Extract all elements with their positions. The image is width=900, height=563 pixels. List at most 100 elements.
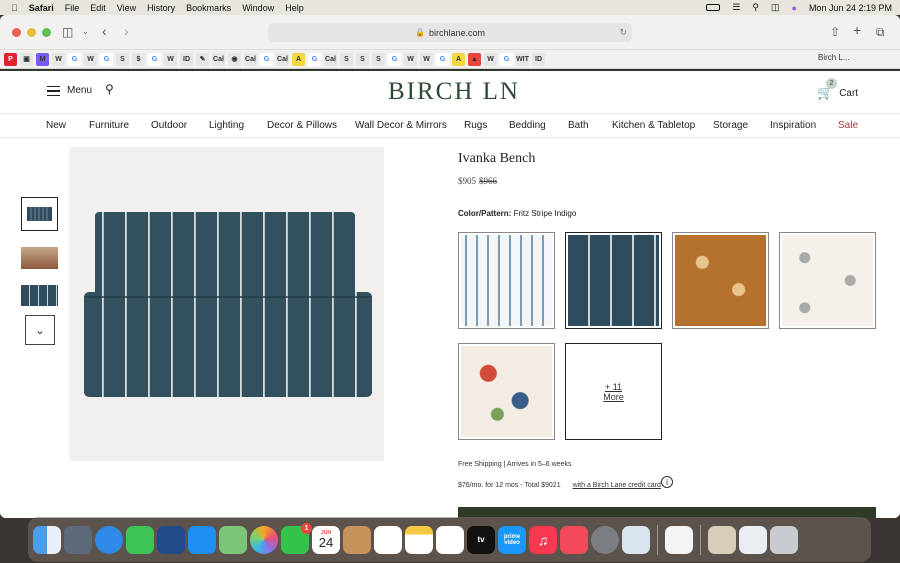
menu-history[interactable]: History (147, 3, 175, 13)
reminders-icon[interactable] (374, 525, 402, 554)
favorite-bookmark-icon[interactable]: W (404, 52, 417, 66)
menu-file[interactable]: File (65, 3, 80, 13)
nav-bedding[interactable]: Bedding (509, 120, 546, 131)
favorite-bookmark-icon[interactable]: ▣ (20, 52, 33, 66)
favorite-bookmark-icon[interactable]: G (100, 52, 113, 66)
menu-help[interactable]: Help (285, 3, 304, 13)
share-icon[interactable]: ⇧ (830, 25, 840, 39)
messages-icon[interactable] (126, 525, 154, 554)
menu-bookmarks[interactable]: Bookmarks (186, 3, 231, 13)
control-center-icon[interactable]: ◫ (771, 2, 780, 13)
finder-icon[interactable] (33, 525, 61, 554)
menu-edit[interactable]: Edit (90, 3, 106, 13)
freeform-icon[interactable] (436, 525, 464, 554)
favorite-bookmark-icon[interactable]: ID (180, 52, 193, 66)
downloads-stack-icon[interactable] (708, 525, 736, 554)
nav-new[interactable]: New (46, 120, 66, 131)
menu-view[interactable]: View (117, 3, 136, 13)
music-icon[interactable]: ♫ (529, 525, 557, 554)
spotlight-icon[interactable]: ⚲ (752, 2, 759, 13)
favorite-bookmark-icon[interactable]: G (388, 52, 401, 66)
favorite-bookmark-icon[interactable]: $ (132, 52, 145, 66)
menu-window[interactable]: Window (242, 3, 274, 13)
address-bar[interactable]: 🔒 birchlane.com ↻ (268, 23, 632, 42)
favorite-bookmark-icon[interactable]: M (36, 52, 49, 66)
menu-button[interactable]: Menu (47, 85, 92, 96)
nav-bath[interactable]: Bath (568, 120, 589, 131)
favorite-bookmark-icon[interactable]: Cal (212, 52, 225, 66)
nav-wall-decor-mirrors[interactable]: Wall Decor & Mirrors (355, 120, 447, 131)
nav-lighting[interactable]: Lighting (209, 120, 244, 131)
back-icon[interactable]: ‹ (102, 23, 107, 39)
tab-birch-lane[interactable]: Birch L... (818, 53, 850, 62)
favorite-bookmark-icon[interactable]: W (84, 52, 97, 66)
news-icon[interactable] (560, 525, 588, 554)
thumbnail-next-button[interactable]: ⌄ (25, 315, 55, 345)
thumbnail-bench-front[interactable] (21, 197, 58, 231)
clock[interactable]: Mon Jun 24 2:19 PM (809, 3, 892, 13)
favorite-bookmark-icon[interactable]: ◉ (228, 52, 241, 66)
favorite-bookmark-icon[interactable]: G (308, 52, 321, 66)
battery-icon[interactable] (706, 4, 721, 11)
thumbnail-room-scene[interactable] (21, 247, 58, 269)
textedit-icon[interactable] (665, 525, 693, 554)
sidebar-toggle-icon[interactable]: ◫ (62, 25, 73, 39)
swatch-floral-ochre[interactable] (672, 232, 769, 329)
favorite-bookmark-icon[interactable]: ▲ (468, 52, 481, 66)
favorite-bookmark-icon[interactable]: S (356, 52, 369, 66)
app-icon[interactable] (157, 525, 185, 554)
nav-furniture[interactable]: Furniture (89, 120, 129, 131)
thumbnail-fabric-swatch[interactable] (21, 285, 58, 306)
tab-overview-icon[interactable]: ⧉ (876, 25, 885, 40)
favorite-bookmark-icon[interactable]: W (164, 52, 177, 66)
favorite-bookmark-icon[interactable]: P (4, 52, 17, 66)
product-main-image[interactable] (69, 147, 384, 461)
nav-inspiration[interactable]: Inspiration (770, 120, 816, 131)
logo[interactable]: BIRCH LN (388, 78, 520, 106)
favorite-bookmark-icon[interactable]: W (420, 52, 433, 66)
swatch-floral-multi[interactable] (458, 343, 555, 440)
prime-video-icon[interactable]: prime video (498, 525, 526, 554)
swatch-fritz-stripe-indigo[interactable] (565, 232, 662, 329)
wifi-icon[interactable]: ☰ (732, 2, 740, 13)
chevron-down-icon[interactable]: ⌄ (82, 27, 89, 36)
favorite-bookmark-icon[interactable]: G (500, 52, 513, 66)
favorite-bookmark-icon[interactable]: S (340, 52, 353, 66)
nav-rugs[interactable]: Rugs (464, 120, 487, 131)
nav-storage[interactable]: Storage (713, 120, 748, 131)
favorite-bookmark-icon[interactable]: G (260, 52, 273, 66)
favorite-bookmark-icon[interactable]: A (452, 52, 465, 66)
search-icon[interactable]: ⚲ (105, 82, 114, 96)
zoom-window-button[interactable] (42, 27, 51, 37)
favorite-bookmark-icon[interactable]: G (148, 52, 161, 66)
swatch-paisley[interactable] (779, 232, 876, 329)
minimize-window-button[interactable] (27, 27, 36, 37)
reload-icon[interactable]: ↻ (619, 27, 627, 38)
app-store-icon[interactable] (188, 525, 216, 554)
favorite-bookmark-icon[interactable]: Cal (324, 52, 337, 66)
photos-icon[interactable] (250, 525, 278, 554)
info-icon[interactable]: i (661, 476, 673, 488)
calendar-icon[interactable]: JUN 24 (312, 525, 340, 554)
favorite-bookmark-icon[interactable]: WIT (516, 52, 529, 66)
favorite-bookmark-icon[interactable]: W (484, 52, 497, 66)
trash-icon[interactable] (770, 525, 798, 554)
favorite-bookmark-icon[interactable]: Cal (276, 52, 289, 66)
launchpad-icon[interactable] (64, 525, 92, 554)
preview-icon[interactable] (622, 525, 650, 554)
facetime-icon[interactable]: 1 (281, 522, 312, 554)
favorite-bookmark-icon[interactable]: A (292, 52, 305, 66)
menu-app-name[interactable]: Safari (29, 3, 54, 13)
close-window-button[interactable] (12, 27, 21, 37)
safari-icon[interactable] (95, 525, 123, 554)
favorite-bookmark-icon[interactable]: ID (532, 52, 545, 66)
contacts-icon[interactable] (343, 525, 371, 554)
apple-tv-icon[interactable]: tv (467, 525, 495, 554)
cart-button[interactable]: 🛒 2 Cart (817, 78, 858, 101)
nav-outdoor[interactable]: Outdoor (151, 120, 187, 131)
apple-icon[interactable]:  (11, 3, 18, 13)
nav-kitchen-tabletop[interactable]: Kitchen & Tabletop (612, 120, 695, 131)
favorite-bookmark-icon[interactable]: G (68, 52, 81, 66)
siri-icon[interactable]: ● (792, 3, 797, 13)
swatch-leaf-stripe[interactable] (458, 232, 555, 329)
